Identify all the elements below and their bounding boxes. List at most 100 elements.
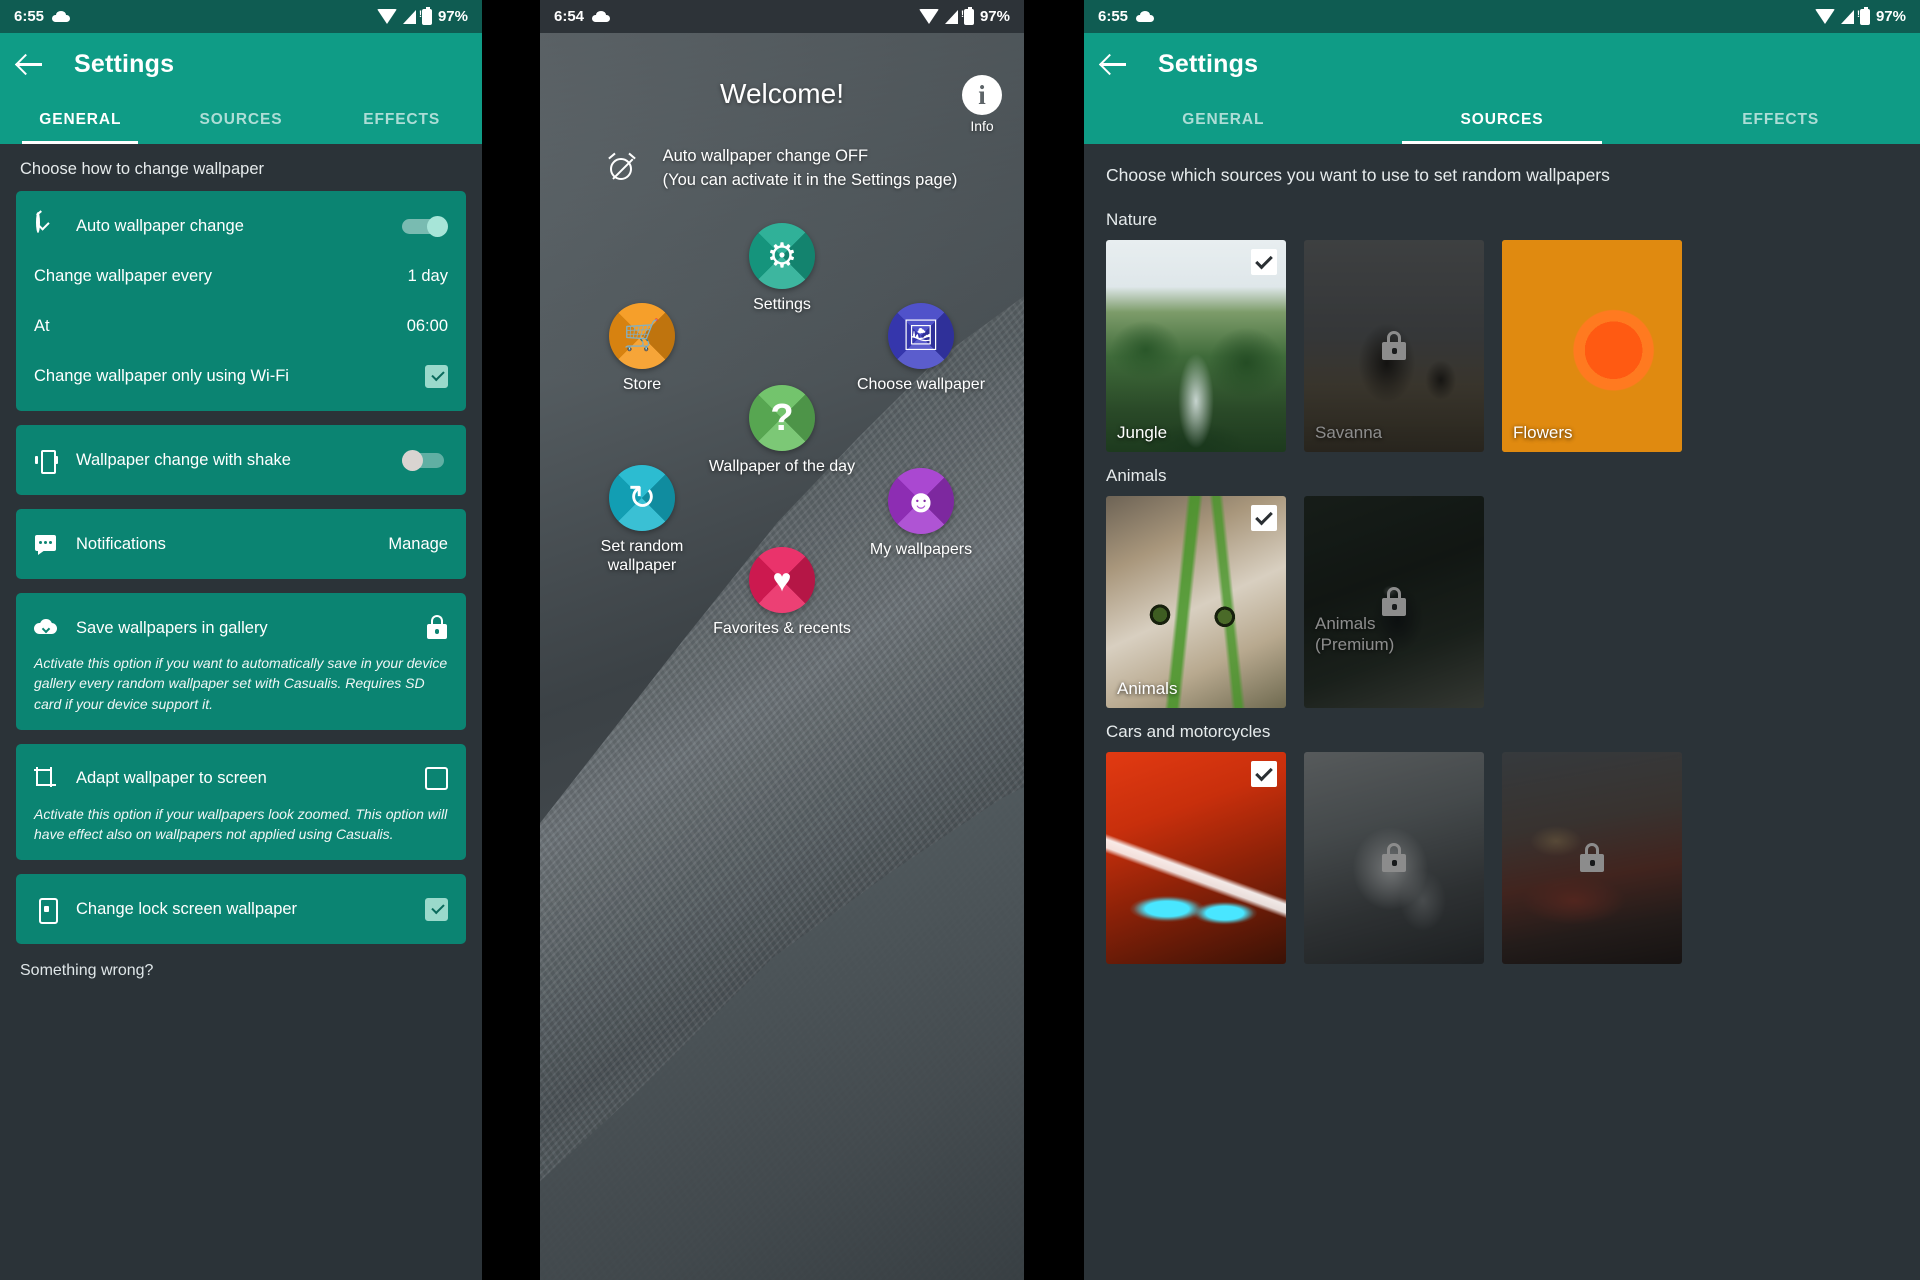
checkbox-selected[interactable] [1251,761,1277,788]
row-wifi-only[interactable]: Change wallpaper only using Wi-Fi [34,357,448,395]
footer-note[interactable]: Something wrong? [0,944,482,988]
row-save-gallery[interactable]: Save wallpapers in gallery [34,609,448,647]
battery-percent: 97% [979,8,1010,25]
group-label-animals: Animals [1106,466,1167,486]
row-left: Notifications [34,532,166,556]
menu-item-favorites-recents[interactable]: ♥ Favorites & recents [713,547,851,638]
row-left: Save wallpapers in gallery [34,616,268,640]
group-label-nature: Nature [1106,210,1158,230]
checkbox-wifi-only[interactable] [425,364,448,388]
row-label: Wallpaper change with shake [76,450,291,469]
thumb-row-animals: Animals Animals (Premium) [1084,496,1920,709]
alarm-off-icon [607,152,637,184]
phone-lock-icon [34,897,58,925]
source-thumb-savanna[interactable]: Savanna [1304,240,1484,453]
status-bar-welcome: 6:54 97% [540,0,1024,33]
phone-panel-general: 6:55 97% Settings GENERAL SOURCES EFFECT… [0,0,482,1280]
thumb-title: Animals (Premium) [1315,614,1395,654]
vibrate-icon [34,448,58,474]
wifi-icon [1814,9,1835,24]
row-lock-screen-wallpaper[interactable]: Change lock screen wallpaper [34,890,448,928]
settings-card-list: Auto wallpaper change Change wallpaper e… [0,191,482,945]
thumb-title: Savanna [1315,422,1383,442]
checkbox-selected[interactable] [1251,505,1277,532]
row-label: Change wallpaper only using Wi-Fi [34,366,289,385]
wallpaper-background: Welcome! i Info Auto wallpaper change OF… [540,33,1024,1280]
card-adapt-wallpaper[interactable]: Adapt wallpaper to screen Activate this … [16,743,466,861]
face-icon: ☻ [888,468,954,534]
row-at-time[interactable]: At 06:00 [34,307,448,345]
source-thumb-cars[interactable] [1106,752,1286,965]
card-auto-wallpaper-change[interactable]: Auto wallpaper change Change wallpaper e… [16,191,466,411]
thumb-title: Jungle [1117,422,1168,442]
menu-item-choose-wallpaper[interactable]: 🖼 Choose wallpaper [857,303,985,394]
menu-item-set-random-wallpaper[interactable]: ↻ Set random wallpaper [601,465,683,575]
card-shake[interactable]: Wallpaper change with shake [16,425,466,495]
row-auto-wallpaper-change[interactable]: Auto wallpaper change [34,207,448,245]
thumb-row-nature: Jungle Savanna Flowers [1084,240,1920,453]
tab-sources[interactable]: SOURCES [161,95,322,144]
screenshot-stage: 6:55 97% Settings GENERAL SOURCES EFFECT… [0,0,1920,1280]
page-title: Settings [74,49,175,78]
card-notifications[interactable]: Notifications Manage [16,509,466,579]
row-notifications[interactable]: Notifications Manage [34,525,448,563]
row-adapt-wallpaper[interactable]: Adapt wallpaper to screen [34,760,448,798]
row-label: Notifications [76,534,166,553]
chat-icon [34,532,58,556]
card-lock-screen-wallpaper[interactable]: Change lock screen wallpaper [16,874,466,945]
card-save-gallery[interactable]: Save wallpapers in gallery Activate this… [16,593,466,730]
sources-body: Choose which sources you want to use to … [1084,144,1920,1280]
status-right: 97% [1814,6,1906,25]
wifi-icon [918,9,939,24]
card-description: Activate this option if you want to auto… [34,655,448,712]
tab-sources[interactable]: SOURCES [1363,95,1642,144]
info-label: Info [970,118,994,134]
source-thumb-jungle[interactable]: Jungle [1106,240,1286,453]
checkbox-selected[interactable] [1251,249,1277,276]
tab-general[interactable]: GENERAL [1084,95,1363,144]
source-thumb-motorcycles[interactable] [1304,752,1484,965]
thumb-title: Animals [1117,678,1178,698]
manage-link[interactable]: Manage [388,535,448,554]
image-icon: 🖼 [888,303,954,369]
row-shake[interactable]: Wallpaper change with shake [34,441,448,479]
group-label-cars: Cars and motorcycles [1106,722,1271,742]
app-bar-sources: Settings GENERAL SOURCES EFFECTS [1084,33,1920,144]
card-description: Activate this option if your wallpapers … [34,805,448,843]
toggle-shake[interactable] [402,450,448,471]
lock-icon [1381,843,1407,873]
menu-item-settings[interactable]: ⚙ Settings [748,223,816,314]
info-button[interactable]: i Info [962,75,1002,134]
tab-general[interactable]: GENERAL [0,95,161,144]
source-thumb-animals[interactable]: Animals [1106,496,1286,709]
cloud-icon [52,11,71,22]
menu-item-wallpaper-of-the-day[interactable]: ? Wallpaper of the day [709,385,855,476]
gear-icon: ⚙ [749,223,815,289]
toggle-auto-wallpaper-change[interactable] [402,216,448,237]
menu-label: My wallpapers [869,541,973,558]
lock-icon [1579,843,1605,873]
back-arrow-icon[interactable] [18,51,44,77]
menu-label: Wallpaper of the day [708,458,856,475]
row-label: At [34,316,50,335]
phone-panel-welcome: 6:54 97% Welcome! i Info [540,0,1024,1280]
auto-status-line1: Auto wallpaper change OFF [662,147,869,165]
cloud-icon [1136,11,1155,22]
battery-icon [1859,6,1870,25]
source-thumb-flowers[interactable]: Flowers [1502,240,1682,453]
back-arrow-icon[interactable] [1102,51,1128,77]
menu-item-my-wallpapers[interactable]: ☻ My wallpapers [870,468,972,559]
thumb-row-cars [1084,752,1920,965]
menu-item-store[interactable]: 🛒 Store [608,303,676,394]
auto-status-line2: (You can activate it in the Settings pag… [662,170,958,189]
source-thumb-animals-premium[interactable]: Animals (Premium) [1304,496,1484,709]
cloud-download-icon [34,616,58,640]
tab-effects[interactable]: EFFECTS [1641,95,1920,144]
tab-effects[interactable]: EFFECTS [321,95,482,144]
checkbox-adapt-wallpaper[interactable] [425,767,448,791]
source-thumb-cars-premium[interactable] [1502,752,1682,965]
row-change-every[interactable]: Change wallpaper every 1 day [34,257,448,295]
status-left: 6:55 [1098,8,1155,25]
checkbox-lock-screen-wallpaper[interactable] [425,897,448,921]
signal-icon [944,9,964,24]
